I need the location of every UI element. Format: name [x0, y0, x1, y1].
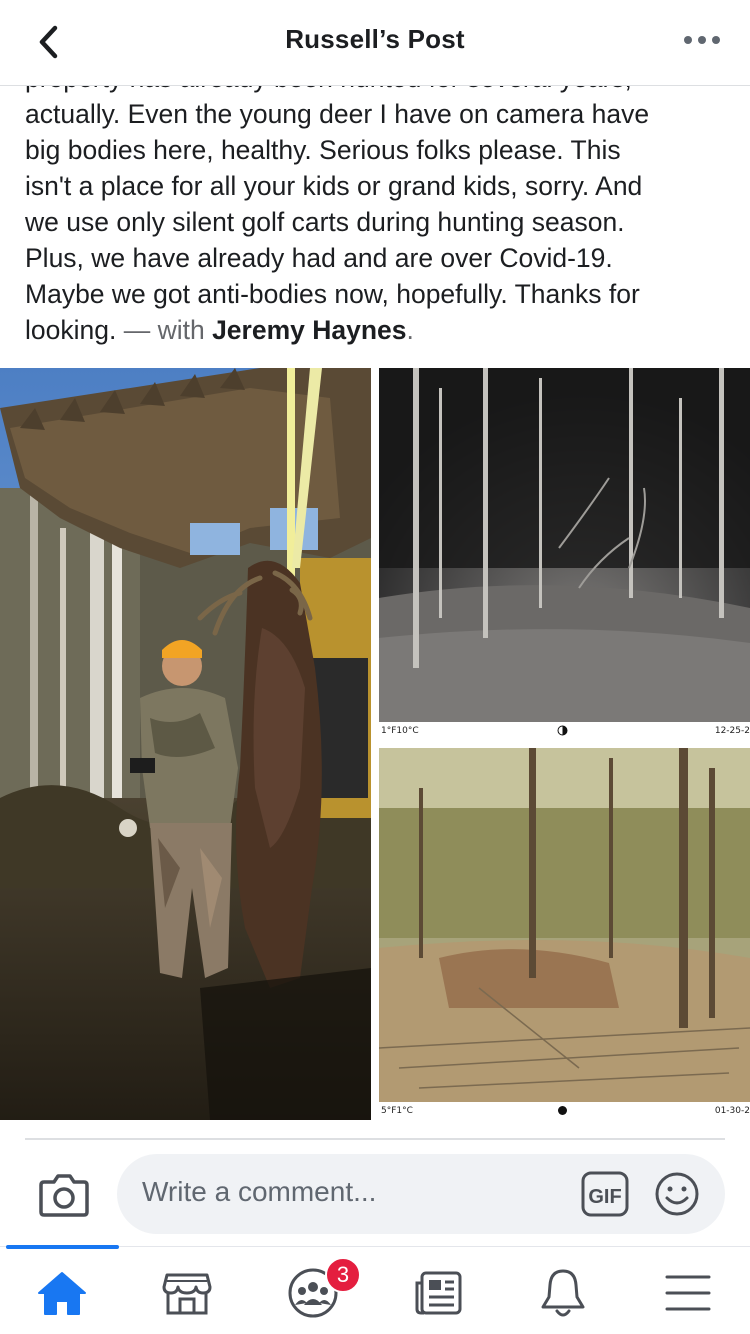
post-text-last-line: looking. — with Jeremy Haynes. [25, 312, 730, 348]
post-text-line: we use only silent golf carts during hun… [25, 207, 625, 237]
post-text-line: Plus, we have already had and are over C… [25, 243, 613, 273]
nav-menu[interactable] [658, 1265, 718, 1321]
nav-news[interactable] [408, 1265, 468, 1321]
trailcam-temperature: 5°F1°C [381, 1106, 413, 1116]
post-text-line: Maybe we got anti-bodies now, hopefully.… [25, 279, 640, 309]
nav-marketplace[interactable] [157, 1265, 217, 1321]
trailcam-info-strip: 5°F1°C 01-30-2 [379, 1102, 750, 1120]
more-dots-icon [684, 36, 720, 44]
post-body: property has already been hunted for sev… [0, 60, 750, 360]
comment-input[interactable]: Write a comment... GIF [117, 1154, 725, 1234]
post-text-line: actually. Even the young deer I have on … [25, 99, 650, 129]
emoji-button[interactable] [653, 1170, 701, 1218]
smiley-icon [655, 1172, 699, 1216]
camera-icon [39, 1174, 89, 1217]
photo-trailcam-day[interactable]: 5°F1°C 01-30-2 [379, 748, 750, 1120]
comment-placeholder: Write a comment... [142, 1176, 377, 1207]
more-options-button[interactable] [682, 30, 722, 50]
photo-trailcam-night[interactable]: 1°F10°C 12-25-2 [379, 368, 750, 740]
trailcam-date: 01-30-2 [714, 1106, 750, 1116]
page-title: Russell’s Post [285, 24, 465, 54]
post-text: property has already been hunted for sev… [25, 60, 730, 348]
active-tab-indicator [6, 1245, 119, 1249]
nav-home[interactable] [32, 1265, 92, 1321]
post-text-fragment: looking. [25, 315, 117, 345]
trailcam-temperature: 1°F10°C [381, 726, 419, 736]
divider [25, 1138, 725, 1140]
bottom-nav: 3 [0, 1245, 750, 1334]
trailcam-date: 12-25-2 [714, 726, 750, 736]
gif-label: GIF [588, 1186, 621, 1208]
menu-icon [665, 1275, 711, 1311]
marketplace-icon [162, 1273, 212, 1315]
comment-bar: Write a comment... GIF [0, 1142, 750, 1246]
gif-icon: GIF [581, 1171, 629, 1217]
news-icon [415, 1271, 462, 1315]
photo-hunter-with-deer[interactable] [0, 368, 371, 1120]
trailcam-info-strip: 1°F10°C 12-25-2 [379, 722, 750, 740]
post-text-line: big bodies here, healthy. Serious folks … [25, 135, 621, 165]
home-icon [38, 1272, 86, 1315]
post-text-line: isn't a place for all your kids or grand… [25, 171, 643, 201]
bell-icon [541, 1269, 585, 1317]
with-separator: — with [116, 315, 213, 345]
tagged-user-link[interactable]: Jeremy Haynes [212, 315, 406, 345]
gif-button[interactable]: GIF [580, 1170, 630, 1218]
nav-notifications[interactable] [533, 1265, 593, 1321]
tag-period: . [406, 315, 414, 345]
groups-notification-badge: 3 [325, 1257, 361, 1293]
camera-button[interactable] [38, 1170, 90, 1218]
moon-phase-icon [558, 1106, 567, 1115]
top-header: Russell’s Post [0, 0, 750, 86]
moon-phase-icon [557, 725, 568, 736]
